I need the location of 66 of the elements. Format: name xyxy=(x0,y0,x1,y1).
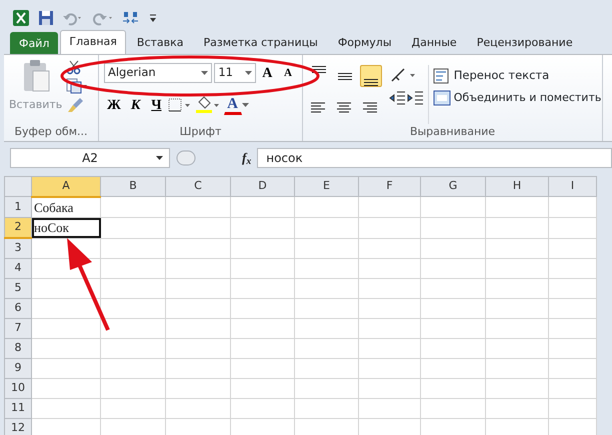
row-header[interactable]: 12 xyxy=(4,418,32,435)
spreadsheet-app-icon xyxy=(12,9,30,27)
wrap-text-button[interactable]: Перенос текста xyxy=(433,67,602,84)
table-cell[interactable]: ноСок xyxy=(32,218,100,238)
row-header[interactable]: 4 xyxy=(4,258,32,278)
font-name-field[interactable]: Algerian xyxy=(104,63,212,83)
font-name-value: Algerian xyxy=(108,64,156,82)
dropdown-arrow-icon[interactable] xyxy=(242,103,249,107)
row-header[interactable]: 1 xyxy=(4,196,32,218)
align-top-icon xyxy=(312,66,326,73)
column-header[interactable]: E xyxy=(294,176,358,196)
font-color-button[interactable]: A xyxy=(224,95,242,115)
formula-field[interactable]: носок xyxy=(257,148,612,168)
dropdown-arrow-icon[interactable] xyxy=(200,71,208,75)
group-label: Выравнивание xyxy=(408,124,496,140)
dropdown-arrow-icon[interactable] xyxy=(156,156,163,160)
column-header[interactable]: C xyxy=(166,176,230,196)
row-header[interactable]: 6 xyxy=(4,298,32,318)
row-header[interactable]: 5 xyxy=(4,278,32,298)
insert-function-button[interactable]: f$_{x}$ xyxy=(242,148,252,168)
sort-icon[interactable] xyxy=(122,10,140,26)
column-header[interactable]: F xyxy=(358,176,420,196)
align-middle-icon xyxy=(338,72,352,80)
merge-and-center-button[interactable]: Объединить и поместить xyxy=(433,90,602,106)
column-header[interactable]: D xyxy=(230,176,294,196)
font-size-field[interactable]: 11 xyxy=(214,63,256,83)
file-tab[interactable]: Файл xyxy=(10,32,58,54)
row-header[interactable]: 2 xyxy=(4,218,32,238)
column-header[interactable]: B xyxy=(100,176,166,196)
fill-color-icon[interactable] xyxy=(194,96,221,114)
increase-font-size-button[interactable]: A xyxy=(258,63,276,83)
wrap-text-icon xyxy=(433,68,451,84)
ribbon-tab[interactable]: Данные xyxy=(402,30,466,54)
italic-button[interactable]: К xyxy=(126,95,145,115)
column-header[interactable]: H xyxy=(486,176,548,196)
ribbon-tab[interactable]: Рецензирование xyxy=(468,30,582,54)
ribbon-tab[interactable]: Разметка страницы xyxy=(194,30,327,54)
table-cell[interactable]: Собака xyxy=(32,196,100,218)
column-header[interactable]: A xyxy=(32,176,100,196)
dropdown-arrow-icon[interactable] xyxy=(244,71,252,75)
save-icon[interactable] xyxy=(38,10,54,26)
row-header[interactable]: 8 xyxy=(4,338,32,358)
row-header[interactable]: 10 xyxy=(4,378,32,398)
underline-button[interactable]: Ч xyxy=(147,95,166,115)
scissors-icon[interactable] xyxy=(66,59,82,75)
bold-button[interactable]: Ж xyxy=(104,95,124,115)
row-header[interactable]: 9 xyxy=(4,358,32,378)
group-label: Шрифт xyxy=(178,124,222,140)
ribbon-tab[interactable]: Формулы xyxy=(328,30,401,54)
align-bottom-icon xyxy=(364,79,378,86)
group-label: Буфер обм... xyxy=(13,124,88,140)
borders-icon[interactable] xyxy=(168,97,192,113)
row-header[interactable]: 3 xyxy=(4,238,32,258)
decrease-font-size-button[interactable]: A xyxy=(279,63,297,83)
resize-handle-icon[interactable] xyxy=(176,148,196,168)
bottom-align-button[interactable] xyxy=(360,65,382,87)
ribbon-tab[interactable]: Главная xyxy=(60,30,126,54)
column-header[interactable]: I xyxy=(548,176,596,196)
copy-icon[interactable] xyxy=(66,78,88,94)
merge-cells-icon xyxy=(433,90,451,106)
name-box-field[interactable]: A2 xyxy=(10,148,170,168)
font-size-value: 11 xyxy=(218,64,233,82)
row-header[interactable]: 11 xyxy=(4,398,32,418)
row-header[interactable]: 7 xyxy=(4,318,32,338)
ribbon-tab[interactable]: Вставка xyxy=(128,30,193,54)
column-header[interactable]: G xyxy=(420,176,486,196)
